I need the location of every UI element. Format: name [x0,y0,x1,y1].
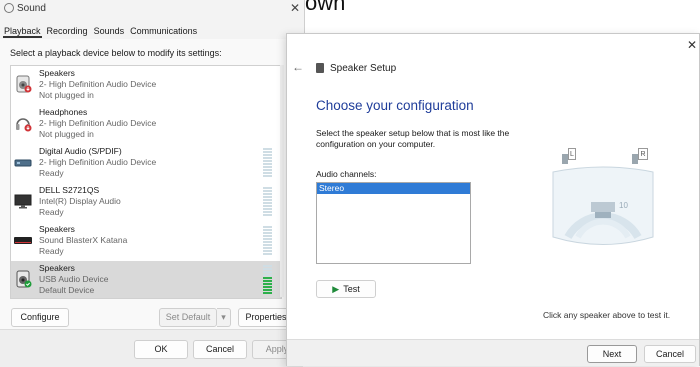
sound-title: Sound [17,3,46,14]
device-item[interactable]: Speakers 2- High Definition Audio Device… [11,66,281,104]
next-button[interactable]: Next [587,345,637,363]
configuration-description: Select the speaker setup below that is m… [316,128,510,149]
left-speaker-label: L [568,148,576,160]
svg-text:10: 10 [619,201,628,210]
ok-button[interactable]: OK [134,340,188,359]
volume-meter [263,265,272,297]
device-name: Headphones [39,107,88,117]
device-list-scrollbar[interactable] [280,65,284,297]
page-heading: Choose your configuration [316,98,474,113]
device-status: Ready [39,246,64,256]
device-item[interactable]: Speakers Sound BlasterX Katana Ready [11,222,281,260]
tab-playback[interactable]: Playback [3,26,42,38]
close-icon[interactable]: ✕ [290,1,300,15]
audio-channels-label: Audio channels: [316,169,377,179]
sound-app-icon [4,3,14,13]
test-hint: Click any speaker above to test it. [543,310,671,320]
device-description: USB Audio Device [39,274,109,284]
device-status: Default Device [39,285,95,295]
device-item[interactable]: DELL S2721QS Intel(R) Display Audio Read… [11,183,281,221]
test-button[interactable]: ▶ Test [316,280,376,298]
background-window-title: own [305,0,346,15]
device-status: Ready [39,207,64,217]
device-status: Not plugged in [39,129,94,139]
chevron-down-icon: ▾ [221,312,226,322]
sound-titlebar: Sound ✕ [0,0,304,18]
headphones-icon [16,118,32,132]
right-speaker[interactable]: R [632,148,650,166]
left-speaker[interactable]: L [562,148,578,166]
volume-meter [263,148,272,180]
speaker-setup-dialog: ✕ ← Speaker Setup Choose your configurat… [286,33,700,366]
tab-sounds[interactable]: Sounds [93,26,126,38]
device-description: Intel(R) Display Audio [39,196,121,206]
cancel-button[interactable]: Cancel [644,345,696,363]
soundbar-icon [14,237,32,244]
close-icon[interactable]: ✕ [687,38,697,52]
sound-tabs: Playback Recording Sounds Communications [3,26,198,38]
device-item-selected[interactable]: Speakers USB Audio Device Default Device [11,261,281,298]
device-status: Ready [39,168,64,178]
device-list: Speakers 2- High Definition Audio Device… [10,65,282,299]
set-default-button[interactable]: Set Default [159,308,217,327]
speaker-setup-title: Speaker Setup [330,63,397,74]
volume-meter [263,187,272,219]
device-status: Not plugged in [39,90,94,100]
play-icon: ▶ [332,284,340,294]
device-description: 2- High Definition Audio Device [39,79,157,89]
device-description: 2- High Definition Audio Device [39,118,157,128]
monitor-icon [14,194,32,209]
tab-communications[interactable]: Communications [129,26,198,38]
device-item[interactable]: Headphones 2- High Definition Audio Devi… [11,105,281,143]
test-label: Test [343,284,360,294]
device-name: Speakers [39,68,75,78]
channel-option[interactable]: Stereo [317,183,470,194]
sound-dialog: Sound ✕ Playback Recording Sounds Commun… [0,0,305,367]
device-item[interactable]: Digital Audio (S/PDIF) 2- High Definitio… [11,144,281,182]
tab-recording[interactable]: Recording [46,26,89,38]
device-description: Sound BlasterX Katana [39,235,128,245]
cancel-button[interactable]: Cancel [193,340,247,359]
device-name: Speakers [39,224,75,234]
digital-audio-icon [14,159,32,167]
device-name: Speakers [39,263,75,273]
speaker-setup-footer [287,339,699,366]
device-description: 2- High Definition Audio Device [39,157,157,167]
playback-instruction: Select a playback device below to modify… [10,48,222,58]
volume-meter [263,226,272,258]
device-name: DELL S2721QS [39,185,100,195]
speaker-setup-icon [316,63,324,73]
configure-button[interactable]: Configure [11,308,69,327]
audio-channels-list[interactable]: Stereo [316,182,471,264]
right-speaker-label: R [638,148,648,160]
back-arrow-icon[interactable]: ← [292,60,304,74]
device-name: Digital Audio (S/PDIF) [39,146,122,156]
set-default-dropdown[interactable]: ▾ [217,308,231,327]
speaker-icon [16,75,32,93]
speaker-icon [16,270,32,288]
